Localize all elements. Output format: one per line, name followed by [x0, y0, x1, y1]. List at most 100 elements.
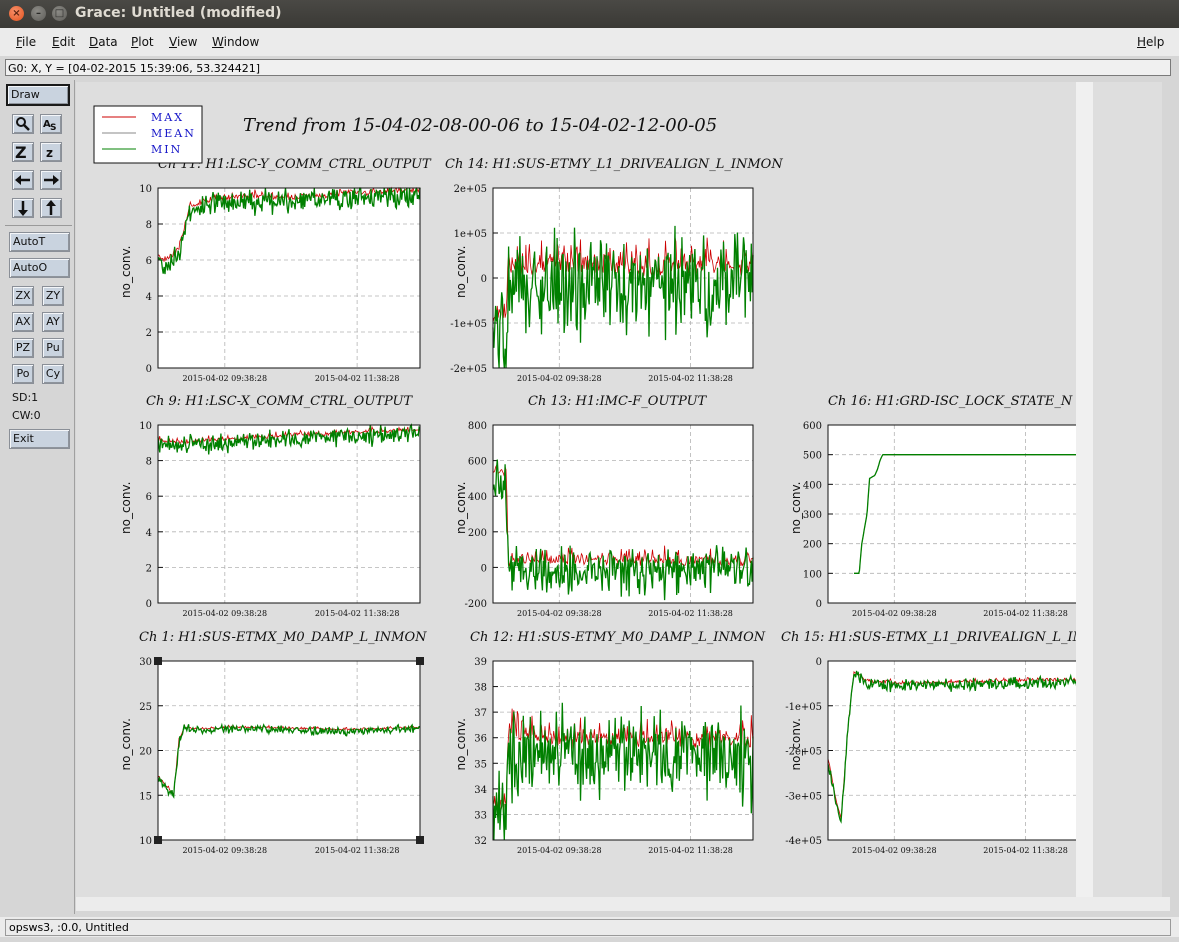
graph-canvas[interactable]: Trend from 15-04-02-08-00-06 to 15-04-02…	[76, 82, 1162, 897]
y-tick-label: 300	[803, 510, 822, 521]
y-tick-label: 0	[816, 599, 822, 610]
x-tick-label: 2015-04-02 11:38:28	[648, 374, 733, 383]
zoom-in-button[interactable]: z	[40, 142, 62, 162]
y-tick-label: 20	[139, 747, 152, 758]
text-as-icon: AS	[43, 119, 56, 133]
x-tick-label: 2015-04-02 09:38:28	[183, 374, 268, 383]
y-tick-label: 10	[139, 836, 152, 847]
exit-button[interactable]: Exit	[9, 429, 70, 449]
chart-panel-3: Ch 9: H1:LSC-X_COMM_CTRL_OUTPUT 0 2 4 6 8 10 20…	[119, 394, 421, 618]
y-tick-label: 200	[803, 540, 822, 551]
y-axis-label: no_conv.	[119, 482, 133, 534]
y-axis-label: no_conv.	[789, 718, 803, 770]
autoscale-text-button[interactable]: AS	[40, 114, 62, 134]
chart-title: Ch 9: H1:LSC-X_COMM_CTRL_OUTPUT	[146, 394, 413, 409]
y-axis-label: no_conv.	[789, 482, 803, 534]
zoom-magnifier-button[interactable]	[12, 114, 34, 134]
x-tick-label: 2015-04-02 11:38:28	[983, 609, 1068, 618]
y-tick-label: 0	[146, 364, 152, 375]
y-tick-label: -4e+05	[785, 836, 822, 847]
y-tick-label: 400	[803, 480, 822, 491]
menu-view[interactable]: View	[169, 35, 197, 49]
y-axis-label: no_conv.	[454, 718, 468, 770]
ay-button[interactable]: AY	[42, 312, 64, 332]
chart-panel-1: Ch 11: H1:LSC-Y_COMM_CTRL_OUTPUT02468102…	[119, 157, 432, 383]
zoom-out-button[interactable]: Z	[12, 142, 34, 162]
y-tick-label: 8	[146, 220, 152, 231]
pu-button[interactable]: Pu	[42, 338, 64, 358]
minimize-window-icon[interactable]: –	[31, 6, 46, 21]
arrow-left-icon	[15, 175, 30, 185]
window-titlebar: × – □ Grace: Untitled (modified)	[0, 0, 1179, 28]
chart-title: Ch 14: H1:SUS-ETMY_L1_DRIVEALIGN_L_INMON	[445, 157, 783, 172]
current-world: CW:0	[12, 409, 41, 422]
y-tick-label: 37	[474, 708, 487, 719]
magnifier-icon	[16, 117, 30, 131]
statusbar: opsws3, :0.0, Untitled	[0, 917, 1179, 937]
ax-button[interactable]: AX	[12, 312, 34, 332]
scroll-down-button[interactable]	[12, 198, 34, 218]
y-axis-label: no_conv.	[119, 246, 133, 298]
plot-svg: Trend from 15-04-02-08-00-06 to 15-04-02…	[93, 105, 1076, 855]
y-tick-label: 0	[816, 657, 822, 668]
menu-plot[interactable]: Plot	[131, 35, 154, 49]
y-tick-label: -1e+05	[450, 319, 487, 330]
y-tick-label: 0	[146, 599, 152, 610]
close-window-icon[interactable]: ×	[9, 6, 24, 21]
y-tick-label: -1e+05	[785, 702, 822, 713]
scroll-up-button[interactable]	[40, 198, 62, 218]
y-tick-label: 500	[803, 451, 822, 462]
chart-panel-8: Ch 15: H1:SUS-ETMX_L1_DRIVEALIGN_L_INMON…	[781, 630, 1076, 855]
y-tick-label: 6	[146, 256, 152, 267]
selection-handle	[416, 836, 424, 844]
canvas-edge	[1076, 82, 1093, 897]
y-axis-label: no_conv.	[119, 718, 133, 770]
horizontal-scrollbar[interactable]	[76, 897, 1170, 911]
menu-window[interactable]: Window	[212, 35, 259, 49]
y-tick-label: 15	[139, 791, 152, 802]
main-title: Trend from 15-04-02-08-00-06 to 15-04-02…	[243, 115, 717, 136]
y-tick-label: -200	[465, 599, 487, 610]
arrow-down-icon	[18, 201, 28, 216]
menu-help[interactable]: Help	[1137, 35, 1164, 49]
plot-area	[158, 661, 420, 840]
chart-title: Ch 13: H1:IMC-F_OUTPUT	[528, 394, 708, 409]
y-tick-label: 6	[146, 492, 152, 503]
menu-edit[interactable]: Edit	[52, 35, 75, 49]
zx-button[interactable]: ZX	[12, 286, 34, 306]
legend-label-mean: MEAN	[151, 127, 196, 140]
locator-readout: G0: X, Y = [04-02-2015 15:39:06, 53.3244…	[5, 59, 1171, 76]
chart-title: Ch 16: H1:GRD-ISC_LOCK_STATE_N	[828, 394, 1073, 409]
x-tick-label: 2015-04-02 09:38:28	[183, 846, 268, 855]
y-tick-label: 0	[481, 563, 487, 574]
y-tick-label: 0	[481, 274, 487, 285]
po-button[interactable]: Po	[12, 364, 34, 384]
y-axis-label: no_conv.	[454, 246, 468, 298]
legend: MAX MEAN MIN	[93, 105, 203, 164]
menu-file[interactable]: File	[16, 35, 36, 49]
scroll-left-button[interactable]	[12, 170, 34, 190]
x-tick-label: 2015-04-02 09:38:28	[852, 846, 937, 855]
status-text: opsws3, :0.0, Untitled	[5, 919, 1171, 936]
y-tick-label: 38	[474, 683, 487, 694]
menu-data[interactable]: Data	[89, 35, 118, 49]
zy-button[interactable]: ZY	[42, 286, 64, 306]
y-tick-label: 35	[474, 759, 487, 770]
x-tick-label: 2015-04-02 11:38:28	[315, 846, 400, 855]
draw-button[interactable]: Draw	[6, 84, 70, 106]
autoo-button[interactable]: AutoO	[9, 258, 70, 278]
chart-panel-5: Ch 16: H1:GRD-ISC_LOCK_STATE_N 0 100 200 300…	[789, 394, 1076, 618]
tool-panel: Draw AS Z z AutoT AutoO ZX ZY AX AY PZ P…	[3, 80, 75, 914]
selection-handle	[416, 657, 424, 665]
scroll-right-button[interactable]	[40, 170, 62, 190]
cy-button[interactable]: Cy	[42, 364, 64, 384]
pz-button[interactable]: PZ	[12, 338, 34, 358]
plot-area	[158, 425, 420, 603]
selection-handle	[154, 657, 162, 665]
autot-button[interactable]: AutoT	[9, 232, 70, 252]
y-tick-label: 100	[803, 569, 822, 580]
chart-title: Ch 1: H1:SUS-ETMX_M0_DAMP_L_INMON	[139, 630, 427, 645]
y-tick-label: 600	[468, 457, 487, 468]
maximize-window-icon[interactable]: □	[52, 6, 67, 21]
x-tick-label: 2015-04-02 11:38:28	[315, 609, 400, 618]
